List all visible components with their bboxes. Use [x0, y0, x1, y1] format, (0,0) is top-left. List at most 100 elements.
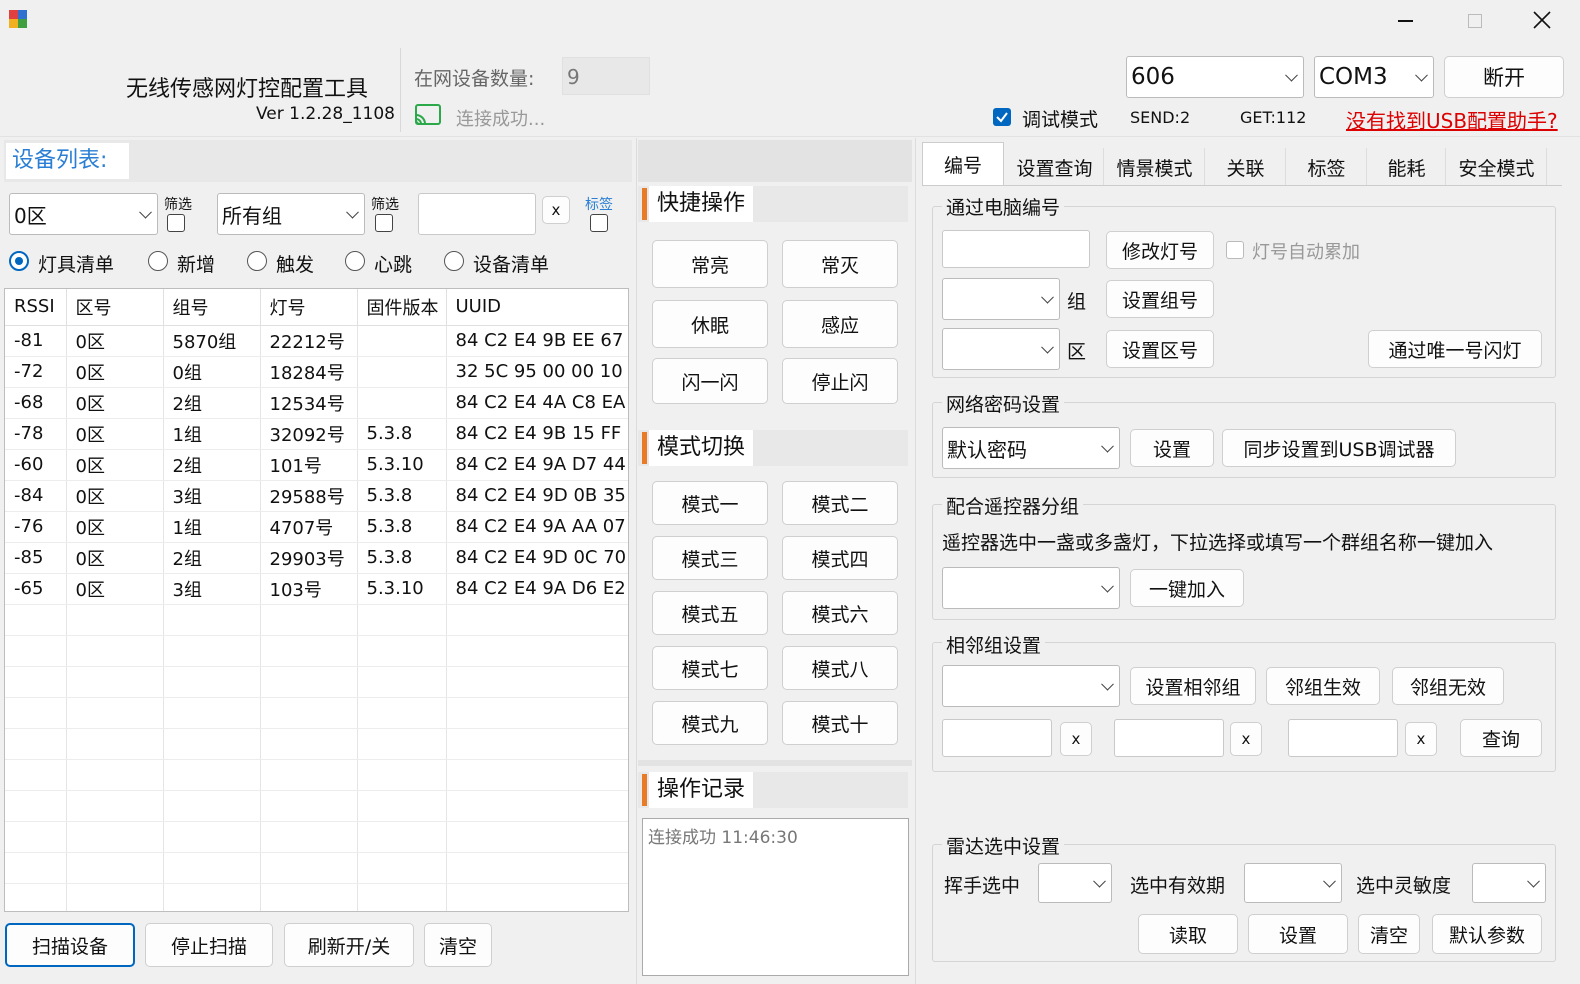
radar-default-button[interactable]: 默认参数 [1432, 914, 1542, 954]
set-zone-button[interactable]: 设置区号 [1106, 330, 1214, 368]
column-header[interactable]: 固件版本 [357, 289, 447, 326]
column-header[interactable]: 组号 [163, 289, 261, 326]
always-on-button[interactable]: 常亮 [652, 240, 768, 288]
tag-checkbox[interactable] [590, 214, 608, 232]
adjacent-enable-button[interactable]: 邻组生效 [1266, 667, 1380, 705]
always-off-button[interactable]: 常灭 [782, 240, 898, 288]
adjacent-input-2[interactable] [1114, 719, 1224, 757]
flash-by-uid-button[interactable]: 通过唯一号闪灯 [1368, 330, 1542, 368]
password-select[interactable]: 默认密码 [942, 427, 1120, 469]
tab-association[interactable]: 关联 [1206, 148, 1286, 186]
column-header[interactable]: RSSI [5, 289, 67, 326]
tab-numbering[interactable]: 编号 [922, 142, 1004, 186]
radio-new[interactable] [148, 251, 168, 271]
set-adjacent-button[interactable]: 设置相邻组 [1130, 667, 1256, 705]
mode-6-button[interactable]: 模式六 [782, 591, 898, 635]
one-click-join-button[interactable]: 一键加入 [1130, 569, 1244, 607]
table-row[interactable]: -85 0区 2组 29903号 5.3.8 84 C2 E4 9D 0C 70 [5, 542, 628, 574]
clear-adjacent-1-button[interactable]: x [1060, 722, 1092, 756]
tab-energy[interactable]: 能耗 [1368, 148, 1446, 186]
query-adjacent-button[interactable]: 查询 [1460, 719, 1542, 757]
clear-adjacent-2-button[interactable]: x [1230, 722, 1262, 756]
radar-read-button[interactable]: 读取 [1138, 914, 1238, 954]
mode-7-button[interactable]: 模式七 [652, 646, 768, 690]
stop-flash-button[interactable]: 停止闪 [782, 358, 898, 404]
column-header[interactable]: UUID [446, 289, 628, 326]
radio-trigger[interactable] [247, 251, 267, 271]
valid-period-select[interactable] [1244, 863, 1342, 903]
cell-lamp: 22212号 [260, 325, 358, 357]
adjacent-select[interactable] [942, 665, 1120, 707]
adjacent-input-3[interactable] [1288, 719, 1398, 757]
filter-group-checkbox[interactable] [375, 214, 393, 232]
lamp-number-input[interactable] [942, 230, 1090, 268]
search-input[interactable] [418, 193, 536, 235]
clear-adjacent-3-button[interactable]: x [1405, 722, 1437, 756]
tab-scene-mode[interactable]: 情景模式 [1105, 148, 1205, 186]
tab-safe-mode[interactable]: 安全模式 [1447, 148, 1547, 186]
mode-10-button[interactable]: 模式十 [782, 701, 898, 745]
mode-3-button[interactable]: 模式三 [652, 536, 768, 580]
scan-devices-button[interactable]: 扫描设备 [5, 923, 135, 967]
mode-5-button[interactable]: 模式五 [652, 591, 768, 635]
table-row[interactable]: -68 0区 2组 12534号 84 C2 E4 4A C8 EA [5, 387, 628, 419]
remote-group-select[interactable] [942, 567, 1120, 609]
table-row[interactable]: -84 0区 3组 29588号 5.3.8 84 C2 E4 9D 0B 35 [5, 480, 628, 512]
log-textarea[interactable]: 连接成功 11:46:30 [642, 818, 909, 976]
modify-lamp-button[interactable]: 修改灯号 [1106, 231, 1214, 269]
filter-zone-checkbox[interactable] [167, 214, 185, 232]
flash-button[interactable]: 闪一闪 [652, 358, 768, 404]
adjacent-input-1[interactable] [942, 719, 1052, 757]
cell-group: 2组 [163, 449, 261, 481]
sleep-button[interactable]: 休眠 [652, 300, 768, 348]
refresh-toggle-button[interactable]: 刷新开/关 [284, 923, 414, 967]
auto-increment-label: 灯号自动累加 [1252, 242, 1360, 263]
filter-zone-label: 筛选 [164, 197, 192, 213]
tab-settings-query[interactable]: 设置查询 [1006, 148, 1104, 186]
usb-helper-link[interactable]: 没有找到USB配置助手? [1346, 105, 1558, 134]
sensitivity-select[interactable] [1472, 863, 1546, 903]
group-number-select[interactable] [942, 278, 1060, 320]
device-select[interactable]: 606 [1126, 56, 1304, 98]
sense-button[interactable]: 感应 [782, 300, 898, 348]
group-select[interactable]: 所有组 [217, 193, 365, 235]
cell-zone: 0区 [66, 418, 164, 450]
set-group-button[interactable]: 设置组号 [1106, 280, 1214, 318]
table-row[interactable]: -78 0区 1组 32092号 5.3.8 84 C2 E4 9B 15 FF [5, 418, 628, 450]
sync-usb-button[interactable]: 同步设置到USB调试器 [1222, 429, 1456, 467]
port-select[interactable]: COM3 [1314, 56, 1434, 98]
mode-9-button[interactable]: 模式九 [652, 701, 768, 745]
stop-scan-button[interactable]: 停止扫描 [145, 923, 273, 967]
adjacent-disable-button[interactable]: 邻组无效 [1392, 667, 1504, 705]
table-row[interactable]: -72 0区 0组 18284号 32 5C 95 00 00 10 [5, 356, 628, 388]
radar-set-button[interactable]: 设置 [1248, 914, 1348, 954]
radio-device-list[interactable] [444, 251, 464, 271]
radio-lamp-list[interactable] [9, 251, 29, 271]
debug-mode-checkbox[interactable] [993, 108, 1011, 126]
minimize-button[interactable] [1385, 8, 1425, 34]
empty-row [5, 635, 628, 667]
zone-number-select[interactable] [942, 328, 1060, 370]
tab-labels[interactable]: 标签 [1287, 148, 1367, 186]
mode-4-button[interactable]: 模式四 [782, 536, 898, 580]
radio-trigger-label: 触发 [276, 254, 315, 276]
mode-1-button[interactable]: 模式一 [652, 481, 768, 525]
mode-8-button[interactable]: 模式八 [782, 646, 898, 690]
table-row[interactable]: -65 0区 3组 103号 5.3.10 84 C2 E4 9A D6 E2 [5, 573, 628, 605]
set-password-button[interactable]: 设置 [1130, 429, 1214, 467]
close-button[interactable] [1522, 6, 1562, 34]
zone-select[interactable]: 0区 [9, 193, 158, 235]
table-row[interactable]: -60 0区 2组 101号 5.3.10 84 C2 E4 9A D7 44 [5, 449, 628, 481]
column-header[interactable]: 区号 [66, 289, 164, 326]
clear-list-button[interactable]: 清空 [424, 923, 492, 967]
table-row[interactable]: -76 0区 1组 4707号 5.3.8 84 C2 E4 9A AA 07 [5, 511, 628, 543]
wave-select[interactable] [1038, 863, 1112, 903]
auto-increment-checkbox[interactable] [1226, 241, 1244, 259]
disconnect-button[interactable]: 断开 [1444, 56, 1564, 98]
table-row[interactable]: -81 0区 5870组 22212号 84 C2 E4 9B EE 67 [5, 325, 628, 357]
radar-clear-button[interactable]: 清空 [1358, 914, 1420, 954]
radio-heartbeat[interactable] [345, 251, 365, 271]
column-header[interactable]: 灯号 [260, 289, 358, 326]
clear-search-button[interactable]: x [542, 196, 570, 224]
mode-2-button[interactable]: 模式二 [782, 481, 898, 525]
